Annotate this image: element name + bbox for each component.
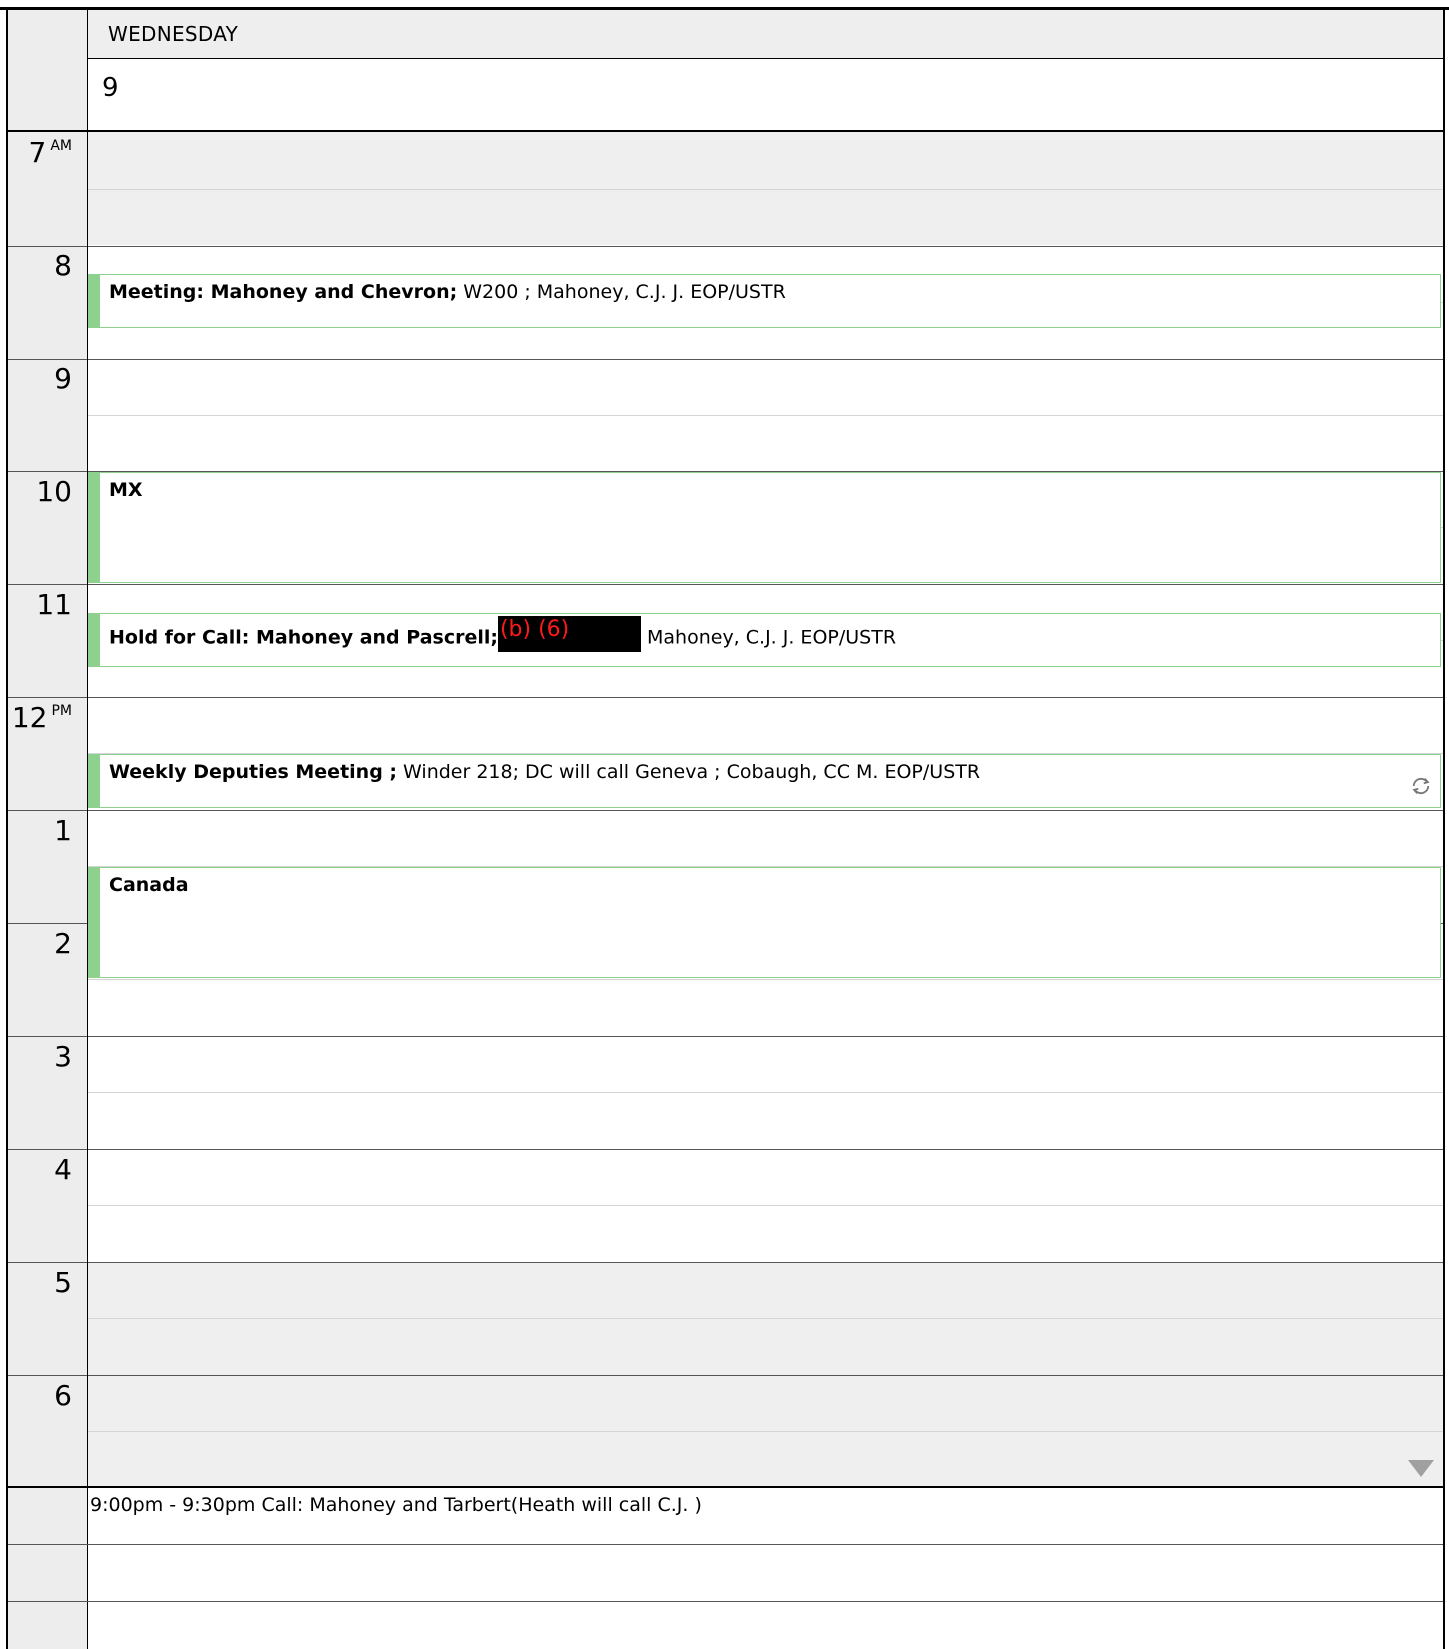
event-text: Hold for Call: Mahoney and Pascrell;(b) …: [109, 616, 897, 656]
hour-line: [88, 1375, 1443, 1376]
hour-line: [88, 1262, 1443, 1263]
hour-label-12: 12 PM: [11, 701, 72, 734]
hour-label-1: 1: [54, 814, 72, 847]
gutter-hour-line: [8, 471, 88, 472]
hour-line: [88, 697, 1443, 698]
event-accent-bar: [89, 473, 100, 582]
half-hour-line: [88, 979, 1443, 980]
event-chevron-meeting[interactable]: Meeting: Mahoney and Chevron; W200 ; Mah…: [88, 274, 1441, 328]
hour-line: [88, 359, 1443, 360]
hour-label-5: 5: [54, 1266, 72, 1299]
event-details: W200 ; Mahoney, C.J. J. EOP/USTR: [457, 281, 786, 303]
event-mx[interactable]: MX: [88, 472, 1441, 583]
event-accent-bar: [89, 868, 100, 977]
hour-line: [88, 1036, 1443, 1037]
hour-label-6: 6: [54, 1379, 72, 1412]
half-hour-line: [88, 1205, 1443, 1206]
task-row-line: [88, 1544, 1443, 1545]
event-title: MX: [109, 479, 143, 501]
gutter-hour-line: [8, 923, 88, 924]
time-slot-evening[interactable]: [88, 1262, 1443, 1486]
day-header[interactable]: WEDNESDAY: [88, 10, 1443, 59]
event-title: Hold for Call: Mahoney and Pascrell;: [109, 626, 498, 649]
hour-label-8: 8: [54, 249, 72, 282]
event-title: Canada: [109, 874, 189, 896]
gutter-hour-line: [8, 1149, 88, 1150]
hour-label-10: 10: [36, 475, 72, 508]
event-weekly-deputies-meeting[interactable]: Weekly Deputies Meeting ; Winder 218; DC…: [88, 754, 1441, 808]
event-accent-bar: [89, 614, 100, 666]
hour-label-3: 3: [54, 1040, 72, 1073]
task-row-line: [88, 1601, 1443, 1602]
gutter-hour-line: [8, 246, 88, 247]
working-hours-area[interactable]: [88, 246, 1443, 1248]
gutter-hour-line: [8, 1262, 88, 1263]
gutter-hour-line: [8, 584, 88, 585]
half-hour-line: [88, 1431, 1443, 1432]
hour-label-9: 9: [54, 362, 72, 395]
half-hour-line: [88, 189, 1443, 190]
event-text: Meeting: Mahoney and Chevron; W200 ; Mah…: [109, 281, 786, 303]
hour-line: [88, 810, 1443, 811]
gutter-row-line: [8, 1544, 88, 1545]
hour-line: [88, 584, 1443, 585]
event-text: MX: [109, 479, 143, 501]
hour-label-11: 11: [36, 588, 72, 621]
event-accent-bar: [89, 275, 100, 327]
hour-label-2: 2: [54, 927, 72, 960]
event-details: Mahoney, C.J. J. EOP/USTR: [640, 626, 897, 649]
event-text: Weekly Deputies Meeting ; Winder 218; DC…: [109, 761, 980, 783]
event-pascrell-call[interactable]: Hold for Call: Mahoney and Pascrell;(b) …: [88, 613, 1441, 667]
gutter-hour-line: [8, 359, 88, 360]
recurrence-icon: [1412, 777, 1430, 795]
hour-label-4: 4: [54, 1153, 72, 1186]
gutter-row-line: [8, 1601, 88, 1602]
event-accent-bar: [89, 755, 100, 807]
hour-label-7: 7 AM: [28, 136, 72, 169]
event-title: Weekly Deputies Meeting ;: [109, 761, 398, 783]
gutter-hour-line: [8, 697, 88, 698]
task-item[interactable]: 9:00pm - 9:30pm Call: Mahoney and Tarber…: [90, 1494, 702, 1516]
half-hour-line: [88, 415, 1443, 416]
day-number-row[interactable]: 9: [88, 59, 1443, 132]
event-canada[interactable]: Canada: [88, 867, 1441, 978]
scroll-down-icon[interactable]: [1408, 1460, 1434, 1477]
hour-line: [88, 1149, 1443, 1150]
half-hour-line: [88, 1092, 1443, 1093]
hour-line: [88, 246, 1443, 247]
event-text: Canada: [109, 874, 189, 896]
event-details: Winder 218; DC will call Geneva ; Cobaug…: [397, 761, 981, 783]
event-title: Meeting: Mahoney and Chevron;: [109, 281, 458, 303]
day-number: 9: [102, 73, 119, 103]
gutter-hour-line: [8, 810, 88, 811]
half-hour-line: [88, 1318, 1443, 1319]
gutter-divider: [87, 10, 88, 1649]
redaction-box: (b) (6): [497, 616, 641, 652]
gutter-hour-line: [8, 1375, 88, 1376]
day-name: WEDNESDAY: [108, 22, 239, 46]
gutter-hour-line: [8, 1036, 88, 1037]
